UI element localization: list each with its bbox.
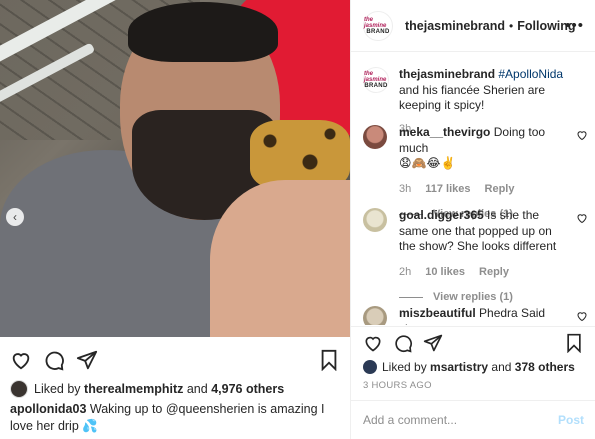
comment-emojis: 😧🙈😂✌️ <box>399 156 456 170</box>
separator-dot: • <box>509 18 514 33</box>
post-photo[interactable]: ‹ <box>0 0 350 337</box>
comment-author[interactable]: miszbeautiful <box>399 306 476 320</box>
liked-by-text: Liked by msartistry and 378 others <box>382 360 575 374</box>
heart-icon[interactable] <box>576 310 588 322</box>
avatar[interactable]: the jasmine BRAND <box>363 10 393 41</box>
hashtag-link[interactable]: #ApolloNida <box>498 67 563 81</box>
comment-likes[interactable]: 10 likes <box>425 265 465 281</box>
divider <box>399 297 423 299</box>
reply-button[interactable]: Reply <box>479 265 509 281</box>
liked-by-row: Liked by therealmemphitz and 4,976 other… <box>10 380 284 398</box>
post-header: the jasmine BRAND thejasminebrand • Foll… <box>351 0 595 52</box>
post-timestamp: 3 HOURS AGO <box>363 380 432 391</box>
share-icon[interactable] <box>423 333 443 353</box>
comment-author[interactable]: thejasminebrand <box>399 67 495 81</box>
comment-author[interactable]: goal.digger365 <box>399 208 484 222</box>
post-caption: apollonida03 Waking up to @queensherien … <box>10 401 340 435</box>
list-item: miszbeautiful Phedra Said she <box>363 306 588 325</box>
avatar[interactable]: the jasmine BRAND <box>363 67 389 93</box>
post-button[interactable]: Post <box>558 413 584 427</box>
post-details-panel: the jasmine BRAND thejasminebrand • Foll… <box>350 0 595 439</box>
bookmark-icon[interactable] <box>564 333 584 354</box>
heart-icon[interactable] <box>576 129 588 141</box>
photo-hair <box>128 2 278 62</box>
heart-icon[interactable] <box>363 333 383 353</box>
heart-icon[interactable] <box>10 349 32 371</box>
share-icon[interactable] <box>76 349 98 371</box>
comment-icon[interactable] <box>393 333 413 353</box>
reply-button[interactable]: Reply <box>485 182 515 198</box>
liked-by-user[interactable]: therealmemphitz <box>84 382 183 396</box>
avatar[interactable] <box>363 125 387 149</box>
comment-likes[interactable]: 117 likes <box>425 182 470 198</box>
post-action-bar <box>0 345 350 375</box>
chevron-left-icon[interactable]: ‹ <box>6 208 24 226</box>
photo-arm <box>210 180 350 337</box>
comment-icon[interactable] <box>43 349 65 371</box>
liked-by-count[interactable]: 4,976 others <box>211 382 284 396</box>
more-icon[interactable]: ••• <box>565 17 584 34</box>
add-comment-bar: Post <box>351 400 595 439</box>
liked-by-count[interactable]: 378 others <box>515 360 575 374</box>
bookmark-icon[interactable] <box>318 349 340 372</box>
post-action-bar <box>351 326 595 358</box>
comment-time: 3h <box>399 182 412 195</box>
avatar[interactable] <box>363 360 377 374</box>
avatar[interactable] <box>363 208 387 232</box>
post-media-panel: ‹ Liked by therealmemphitz and 4,976 oth… <box>0 0 350 439</box>
avatar[interactable] <box>10 380 28 398</box>
list-item: goal.digger365 Is she the same one that … <box>363 208 588 306</box>
liked-by-text: Liked by therealmemphitz and 4,976 other… <box>34 382 285 396</box>
comment-text: and his fiancée Sherien are keeping it s… <box>399 82 546 113</box>
comment-time: 2h <box>399 265 412 278</box>
view-replies-button[interactable]: View replies (1) <box>399 290 559 306</box>
liked-by-row: Liked by msartistry and 378 others <box>363 360 575 374</box>
comment-author[interactable]: meka__thevirgo <box>399 125 490 139</box>
liked-by-user[interactable]: msartistry <box>430 360 488 374</box>
post-author[interactable]: thejasminebrand <box>405 19 505 33</box>
heart-icon[interactable] <box>576 212 588 224</box>
comments-list[interactable]: the jasmine BRAND thejasminebrand #Apoll… <box>351 53 595 325</box>
avatar[interactable] <box>363 306 387 325</box>
comment-input[interactable] <box>363 413 543 427</box>
caption-author[interactable]: apollonida03 <box>10 402 86 416</box>
